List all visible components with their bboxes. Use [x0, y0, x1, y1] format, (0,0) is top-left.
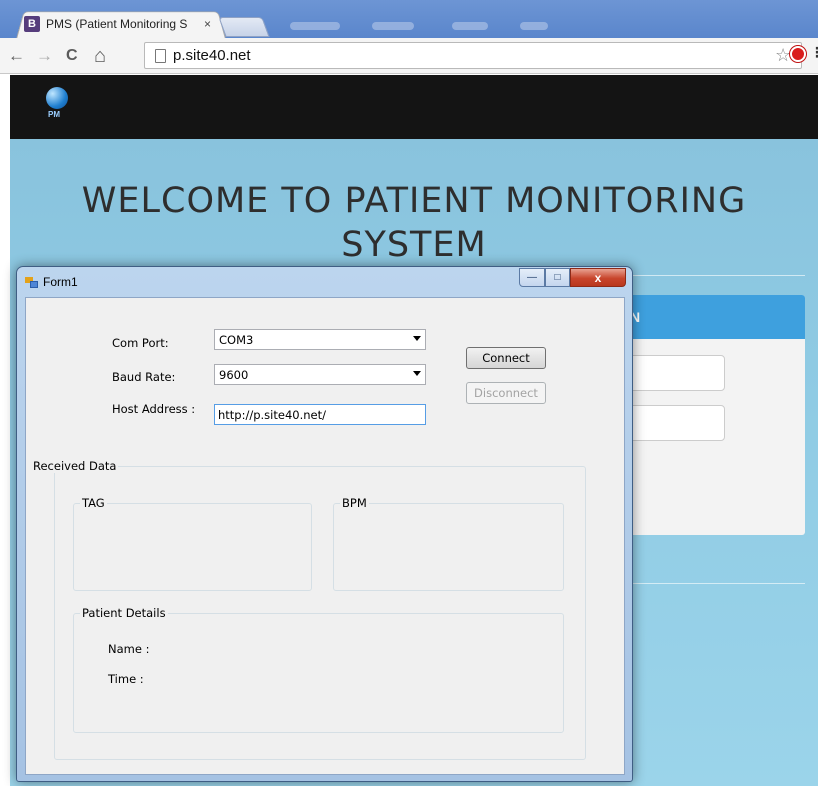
form-app-icon — [25, 277, 39, 289]
com-port-dropdown[interactable]: COM3 — [214, 329, 426, 350]
browser-tab-content[interactable]: B PMS (Patient Monitoring S × — [24, 10, 224, 38]
dropdown-arrow-icon[interactable] — [413, 336, 421, 341]
menu-icon[interactable]: ⋮ — [810, 44, 818, 61]
patient-time-label: Time : — [108, 672, 144, 686]
background-window-text — [372, 22, 414, 30]
background-window-text — [290, 22, 340, 30]
url-text[interactable]: p.site40.net — [173, 47, 251, 64]
baud-rate-dropdown[interactable]: 9600 — [214, 364, 426, 385]
pms-logo[interactable]: PM — [46, 87, 70, 123]
site-navbar: PM — [10, 75, 818, 139]
page-title: WELCOME TO PATIENT MONITORING SYSTEM — [10, 179, 818, 267]
dropdown-arrow-icon[interactable] — [413, 371, 421, 376]
home-icon[interactable]: ⌂ — [94, 46, 106, 66]
bootstrap-favicon-icon: B — [24, 16, 40, 32]
patient-details-label: Patient Details — [80, 606, 168, 620]
reload-icon[interactable]: C — [66, 46, 78, 66]
browser-toolbar: ← → C ⌂ p.site40.net ☆ — [0, 38, 818, 74]
forward-arrow-icon[interactable]: → — [36, 46, 53, 66]
bpm-group: BPM — [333, 496, 564, 591]
username-field[interactable] — [620, 355, 725, 391]
logo-globe-icon — [46, 87, 68, 109]
login-panel: N — [620, 295, 805, 535]
form1-window[interactable]: Form1 — □ x Com Port: COM3 Baud Rate: 96… — [16, 266, 633, 782]
background-window-text — [452, 22, 488, 30]
tab-close-icon[interactable]: × — [204, 17, 211, 31]
page-title-line-2: SYSTEM — [341, 225, 487, 265]
baud-rate-value: 9600 — [219, 368, 249, 382]
divider — [610, 583, 805, 584]
host-address-input[interactable]: http://p.site40.net/ — [214, 404, 426, 425]
browser-tab-strip: B PMS (Patient Monitoring S × — [0, 0, 818, 38]
address-bar[interactable]: p.site40.net ☆ — [144, 42, 802, 69]
password-field[interactable] — [620, 405, 725, 441]
bpm-label: BPM — [340, 496, 369, 510]
page-title-line-1: WELCOME TO PATIENT MONITORING — [81, 181, 747, 221]
disconnect-button[interactable]: Disconnect — [466, 382, 546, 404]
form-client-area: Com Port: COM3 Baud Rate: 9600 Host Addr… — [25, 297, 625, 775]
maximize-button[interactable]: □ — [545, 268, 570, 287]
page-icon — [155, 49, 166, 63]
baud-rate-label: Baud Rate: — [112, 370, 176, 384]
host-address-label: Host Address : — [112, 402, 196, 416]
back-arrow-icon[interactable]: ← — [8, 46, 25, 66]
tag-group: TAG — [73, 496, 312, 591]
patient-details-group: Patient Details Name : Time : — [73, 606, 564, 733]
window-title: Form1 — [43, 275, 78, 289]
received-data-group: Received Data TAG BPM Patient Details Na… — [31, 459, 586, 760]
star-icon[interactable]: ☆ — [775, 45, 791, 66]
minimize-button[interactable]: — — [519, 268, 545, 287]
logo-text: PM — [48, 110, 60, 119]
host-address-value: http://p.site40.net/ — [218, 408, 326, 422]
received-data-label: Received Data — [31, 459, 119, 473]
com-port-label: Com Port: — [112, 336, 169, 350]
new-tab-button[interactable] — [218, 17, 270, 37]
connect-button[interactable]: Connect — [466, 347, 546, 369]
close-button[interactable]: x — [570, 268, 626, 287]
background-window-text — [520, 22, 548, 30]
patient-name-label: Name : — [108, 642, 150, 656]
tab-title: PMS (Patient Monitoring S — [46, 17, 188, 31]
tag-label: TAG — [80, 496, 107, 510]
stop-icon[interactable] — [790, 46, 806, 62]
divider — [610, 275, 805, 276]
com-port-value: COM3 — [219, 333, 254, 347]
login-panel-header: N — [620, 295, 805, 339]
